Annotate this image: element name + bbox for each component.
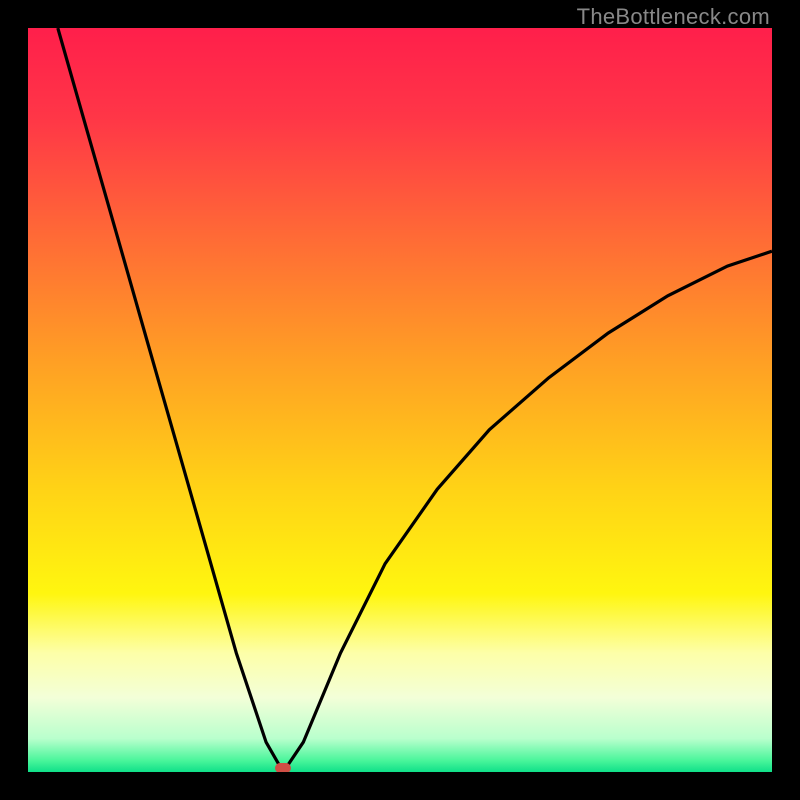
watermark-label: TheBottleneck.com [577, 4, 770, 30]
plot-area [28, 28, 772, 772]
curve-path [58, 28, 772, 772]
min-marker [275, 763, 291, 772]
bottleneck-curve [28, 28, 772, 772]
outer-frame: TheBottleneck.com [0, 0, 800, 800]
